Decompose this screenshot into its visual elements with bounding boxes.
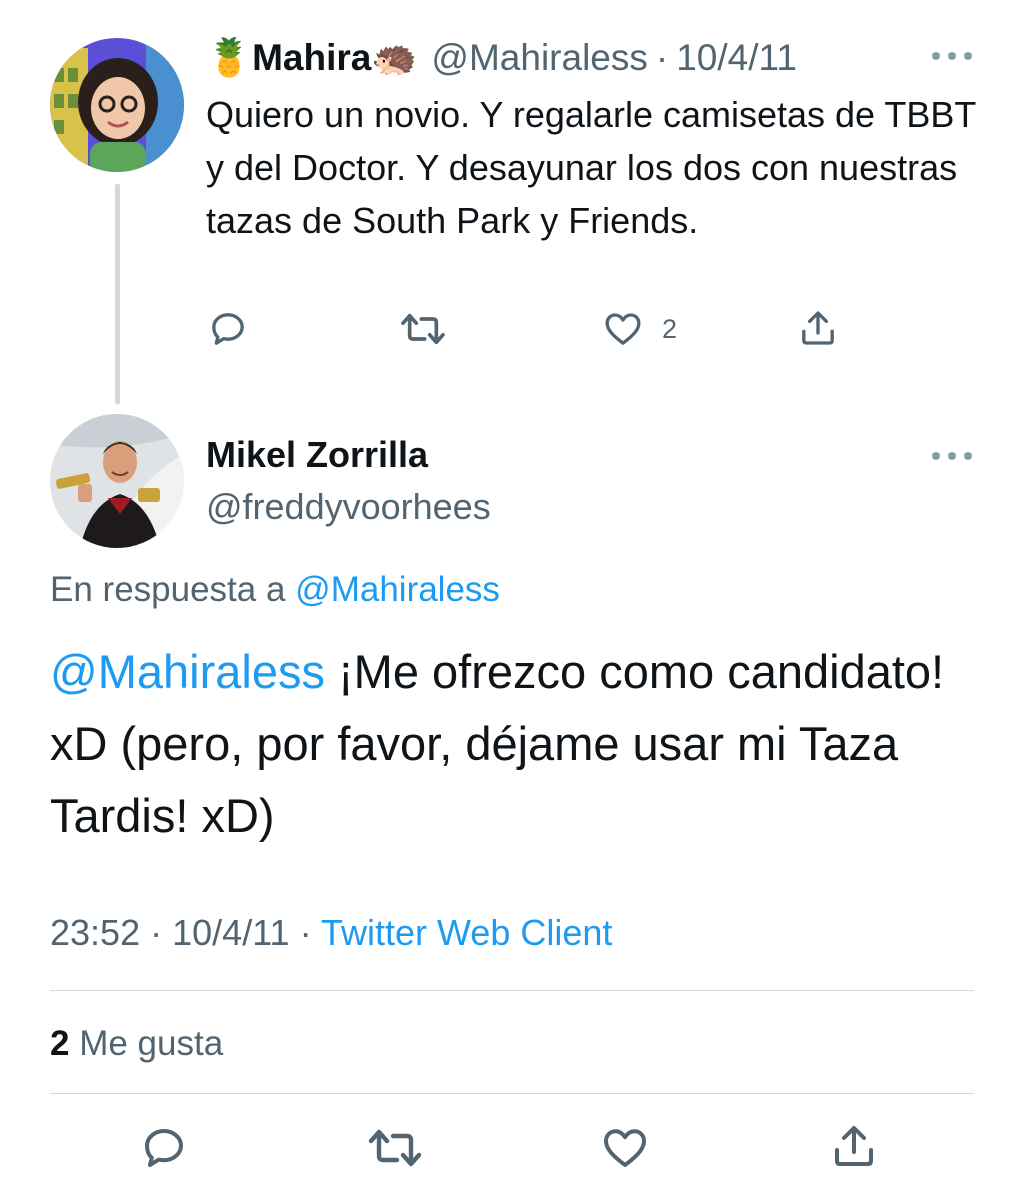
retweet-icon xyxy=(401,313,445,345)
tweet-date[interactable]: 10/4/11 xyxy=(172,912,289,953)
hedgehog-emoji: 🦔 xyxy=(371,36,418,78)
tweet-date[interactable]: 10/4/11 xyxy=(676,37,797,79)
retweet-icon xyxy=(368,1129,422,1167)
reply-icon xyxy=(212,313,244,345)
user-handle[interactable]: @Mahiraless xyxy=(431,37,647,79)
mention-link[interactable]: @Mahiraless xyxy=(50,645,325,698)
user-handle[interactable]: @freddyvoorhees xyxy=(206,486,491,528)
retweet-button[interactable] xyxy=(399,309,447,349)
like-button[interactable]: 2 xyxy=(602,309,677,349)
reply-icon xyxy=(145,1129,183,1167)
more-icon[interactable] xyxy=(932,450,972,462)
likes-count: 2 xyxy=(50,1024,70,1063)
like-count: 2 xyxy=(662,313,678,344)
thread-connector-line xyxy=(115,184,120,404)
pineapple-emoji: 🍍 xyxy=(206,36,253,78)
tweet-metadata: 23:52 · 10/4/11 · Twitter Web Client xyxy=(50,912,612,954)
reply-context: En respuesta a @Mahiraless xyxy=(50,570,500,610)
divider xyxy=(50,1093,974,1094)
share-icon xyxy=(802,311,834,345)
reply-handle-link[interactable]: @Mahiraless xyxy=(295,570,500,609)
likes-summary[interactable]: 2 Me gusta xyxy=(50,1024,223,1064)
more-icon[interactable] xyxy=(932,50,972,62)
likes-label: Me gusta xyxy=(79,1024,224,1063)
separator-dot: · xyxy=(655,37,669,78)
display-name[interactable]: Mikel Zorrilla xyxy=(206,434,428,476)
retweet-button[interactable] xyxy=(366,1124,424,1172)
display-name[interactable]: Mahira xyxy=(252,37,371,79)
reply-button[interactable] xyxy=(140,1124,188,1172)
reply-button[interactable] xyxy=(208,309,248,349)
tweet-header: 🍍 Mahira 🦔 @Mahiraless · 10/4/11 xyxy=(206,30,797,86)
share-icon xyxy=(835,1126,873,1166)
share-button[interactable] xyxy=(798,307,838,349)
tweet-source[interactable]: Twitter Web Client xyxy=(321,912,612,953)
avatar-mahira[interactable] xyxy=(50,38,184,172)
separator-dot: · xyxy=(299,912,312,953)
avatar-mikel-zorrilla[interactable] xyxy=(50,414,184,548)
tweet-text: Quiero un novio. Y regalarle camisetas d… xyxy=(206,94,976,241)
share-button[interactable] xyxy=(830,1120,878,1172)
divider xyxy=(50,990,974,991)
like-button[interactable] xyxy=(600,1124,650,1172)
separator-dot: · xyxy=(150,912,163,953)
heart-icon xyxy=(604,1129,646,1167)
heart-icon xyxy=(605,313,641,345)
reply-prefix: En respuesta a xyxy=(50,570,286,609)
tweet-text: @Mahiraless ¡Me ofrezco como candidato! … xyxy=(50,636,950,852)
tweet-time[interactable]: 23:52 xyxy=(50,912,140,953)
